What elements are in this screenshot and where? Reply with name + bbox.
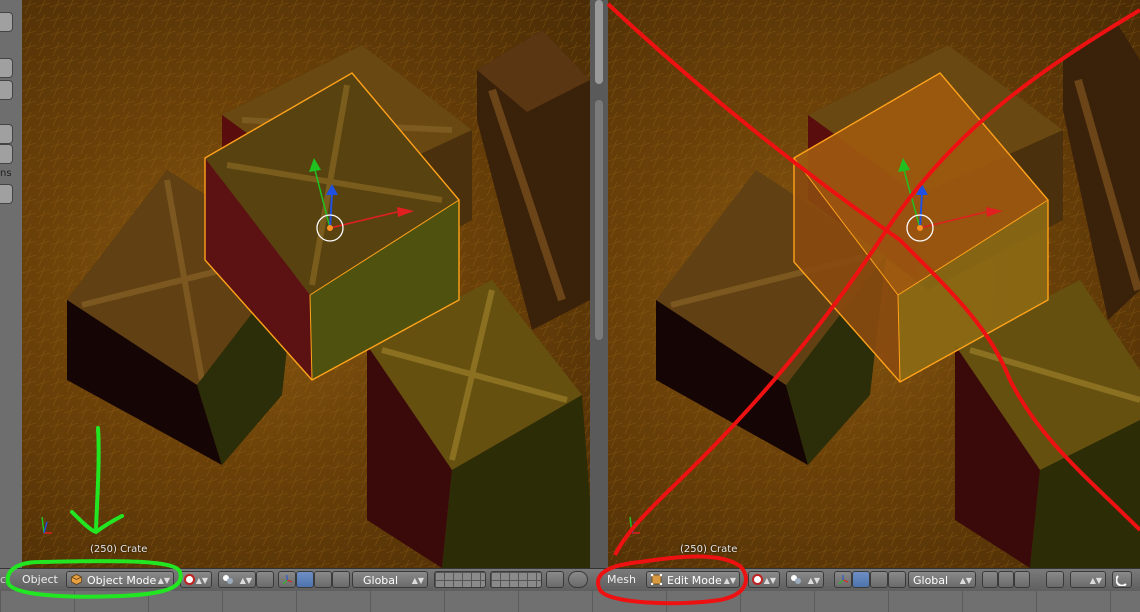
viewport-shading-dropdown[interactable]: ▲▼ xyxy=(180,571,212,588)
tool-tab[interactable] xyxy=(0,124,13,144)
dropdown-label: Edit Mode xyxy=(667,574,722,587)
updown-arrow-icon: ▲▼ xyxy=(807,576,820,585)
tool-tab[interactable] xyxy=(0,12,13,32)
editmode-icon xyxy=(651,574,662,585)
manipulator-icon xyxy=(282,575,293,585)
face-select-button[interactable] xyxy=(1014,571,1030,588)
rotate-manipulator-button[interactable] xyxy=(870,571,888,588)
render-preview-button[interactable] xyxy=(568,571,588,588)
dropdown-label: Global xyxy=(913,574,949,587)
vertex-select-button[interactable] xyxy=(982,571,998,588)
updown-arrow-icon: ▲▼ xyxy=(763,576,776,585)
translate-manipulator-button[interactable] xyxy=(852,571,870,588)
updown-arrow-icon: ▲▼ xyxy=(195,576,208,585)
edge-select-button[interactable] xyxy=(998,571,1014,588)
pivot-icon xyxy=(791,575,801,584)
object-mode-dropdown[interactable]: Object Mode ▲▼ xyxy=(66,571,174,588)
occlude-geometry-button[interactable] xyxy=(1046,571,1064,588)
pivot-point-dropdown[interactable]: ▲▼ xyxy=(786,571,824,588)
render-icon xyxy=(184,574,195,585)
snap-toggle[interactable] xyxy=(1112,571,1132,588)
updown-arrow-icon: ▲▼ xyxy=(959,576,972,585)
scale-manipulator-button[interactable] xyxy=(332,571,350,588)
render-icon xyxy=(752,574,763,585)
rotate-manipulator-button[interactable] xyxy=(314,571,332,588)
viewport-header-left: ct Object Object Mode ▲▼ ▲▼ ▲▼ Global ▲▼ xyxy=(0,568,590,591)
cube-icon xyxy=(71,574,82,585)
area-divider-scrollbar[interactable] xyxy=(590,0,608,568)
updown-arrow-icon: ▲▼ xyxy=(239,576,252,585)
manipulator-toggle[interactable] xyxy=(278,571,296,588)
mode-context-label: Object xyxy=(22,573,58,586)
layer-grid-a[interactable] xyxy=(434,571,486,588)
header-partial-text: ct xyxy=(0,573,11,586)
dropdown-label: Global xyxy=(363,574,399,587)
manipulator-icon xyxy=(838,575,849,585)
updown-arrow-icon: ▲▼ xyxy=(1089,576,1102,585)
snap-icon xyxy=(1116,575,1127,586)
tool-tab[interactable] xyxy=(0,58,13,78)
pivot-align-toggle[interactable] xyxy=(256,571,274,588)
timeline-strip[interactable] xyxy=(0,591,1140,612)
manipulator-toggle[interactable] xyxy=(834,571,852,588)
updown-arrow-icon: ▲▼ xyxy=(411,576,424,585)
scene-render xyxy=(608,0,1140,568)
proportional-edit-dropdown[interactable]: ▲▼ xyxy=(1070,571,1106,588)
scene-render xyxy=(22,0,590,568)
scrollbar-thumb[interactable] xyxy=(595,0,603,84)
viewport-edit-mode[interactable]: (250) Crate xyxy=(608,0,1140,568)
updown-arrow-icon: ▲▼ xyxy=(157,576,170,585)
scale-manipulator-button[interactable] xyxy=(888,571,906,588)
transform-orientation-dropdown[interactable]: Global ▲▼ xyxy=(352,571,428,588)
frame-label: (250) Crate xyxy=(90,544,148,555)
edit-mode-dropdown[interactable]: Edit Mode ▲▼ xyxy=(646,571,740,588)
lock-layers-button[interactable] xyxy=(546,571,564,588)
viewport-object-mode[interactable]: (250) Crate xyxy=(22,0,590,568)
scrollbar-track[interactable] xyxy=(595,100,603,340)
timeline-ticks xyxy=(0,591,1140,612)
translate-manipulator-button[interactable] xyxy=(296,571,314,588)
layer-grid-b[interactable] xyxy=(490,571,542,588)
updown-arrow-icon: ▲▼ xyxy=(723,576,736,585)
dropdown-label: Object Mode xyxy=(87,574,157,587)
frame-label: (250) Crate xyxy=(680,544,738,555)
viewport-header-right: Mesh Edit Mode ▲▼ ▲▼ ▲▼ Global ▲▼ ▲▼ xyxy=(590,568,1140,591)
pivot-icon xyxy=(223,575,233,584)
tool-shelf-strip[interactable]: ns xyxy=(0,0,22,568)
strip-partial-text: ns xyxy=(0,168,12,179)
viewport-shading-dropdown[interactable]: ▲▼ xyxy=(748,571,780,588)
mode-context-label: Mesh xyxy=(607,573,636,586)
pivot-point-dropdown[interactable]: ▲▼ xyxy=(218,571,256,588)
tool-tab[interactable] xyxy=(0,80,13,100)
tool-tab[interactable] xyxy=(0,144,13,164)
tool-tab[interactable] xyxy=(0,184,13,204)
transform-orientation-dropdown[interactable]: Global ▲▼ xyxy=(908,571,976,588)
